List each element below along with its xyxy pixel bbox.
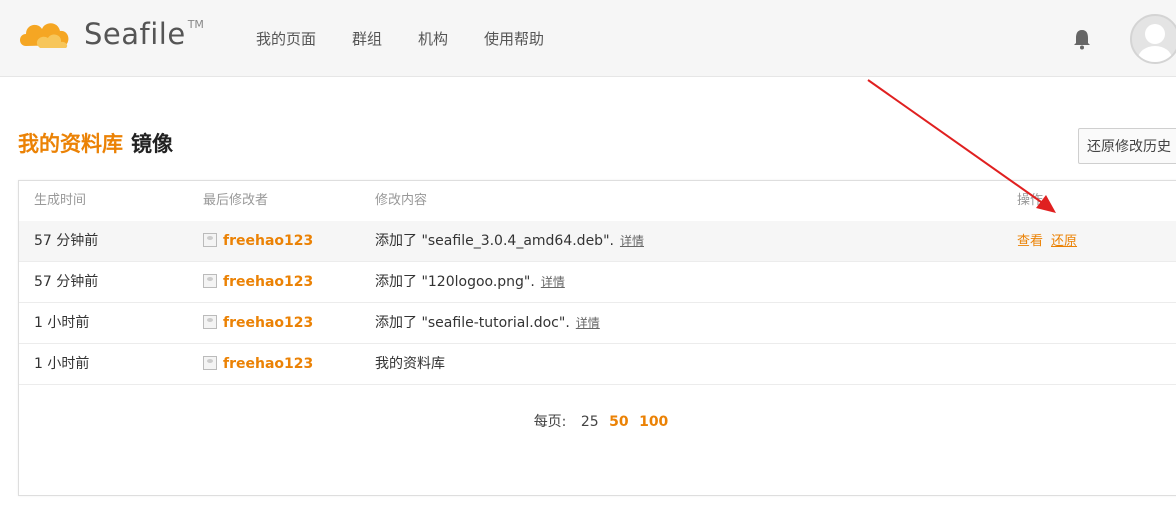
logo-trademark: TM xyxy=(187,17,204,31)
nav-item-groups[interactable]: 群组 xyxy=(352,28,382,49)
page-title-library[interactable]: 我的资料库 xyxy=(18,132,123,156)
logo-text: Seafile xyxy=(84,17,186,51)
detail-link[interactable]: 详情 xyxy=(541,275,565,289)
header-ops: 操作 xyxy=(1017,193,1044,208)
page-title: 我的资料库 镜像 xyxy=(18,128,173,158)
detail-link[interactable]: 详情 xyxy=(620,234,644,248)
table-row: 1 小时前 freehao123 我的资料库 xyxy=(19,344,1176,385)
page-title-repo: 镜像 xyxy=(131,132,173,156)
restore-link[interactable]: 还原 xyxy=(1051,234,1077,249)
table-row: 57 分钟前 freehao123 添加了 "120logoo.png". 详情 xyxy=(19,262,1176,303)
per-page-100[interactable]: 100 xyxy=(639,414,668,430)
pagination: 每页: 25 50 100 xyxy=(19,411,1176,431)
main-nav: 我的页面 群组 机构 使用帮助 xyxy=(256,28,580,49)
row-content-text: 添加了 "120logoo.png". xyxy=(375,274,535,290)
user-avatar[interactable] xyxy=(1130,14,1176,64)
row-user[interactable]: freehao123 xyxy=(203,221,313,261)
row-time: 1 小时前 xyxy=(34,356,90,372)
row-ops: 查看 还原 xyxy=(1017,221,1085,261)
row-username[interactable]: freehao123 xyxy=(223,274,313,290)
cloud-logo-icon xyxy=(20,23,69,48)
history-table: 生成时间 最后修改者 修改内容 操作 57 分钟前 freehao123 添加了… xyxy=(18,180,1176,496)
row-content-text: 添加了 "seafile-tutorial.doc". xyxy=(375,315,570,331)
row-content-text: 我的资料库 xyxy=(375,356,445,372)
row-user[interactable]: freehao123 xyxy=(203,262,313,302)
nav-item-organization[interactable]: 机构 xyxy=(418,28,448,49)
nav-item-help[interactable]: 使用帮助 xyxy=(484,28,544,49)
per-page-25: 25 xyxy=(580,414,599,430)
row-content: 添加了 "seafile_3.0.4_amd64.deb". 详情 xyxy=(375,221,644,261)
nav-item-my-page[interactable]: 我的页面 xyxy=(256,28,316,49)
revert-history-button[interactable]: 还原修改历史 xyxy=(1078,128,1176,164)
row-content-text: 添加了 "seafile_3.0.4_amd64.deb". xyxy=(375,233,614,249)
row-username[interactable]: freehao123 xyxy=(223,315,313,331)
row-content: 我的资料库 xyxy=(375,344,445,384)
row-time: 57 分钟前 xyxy=(34,233,99,249)
detail-link[interactable]: 详情 xyxy=(576,316,600,330)
row-content: 添加了 "seafile-tutorial.doc". 详情 xyxy=(375,303,600,343)
table-row: 1 小时前 freehao123 添加了 "seafile-tutorial.d… xyxy=(19,303,1176,344)
table-header: 生成时间 最后修改者 修改内容 操作 xyxy=(19,181,1176,222)
row-user[interactable]: freehao123 xyxy=(203,344,313,384)
user-icon xyxy=(203,274,217,288)
header-time: 生成时间 xyxy=(34,193,87,208)
bell-icon[interactable] xyxy=(1072,28,1092,54)
row-username[interactable]: freehao123 xyxy=(223,356,313,372)
avatar-head-shape xyxy=(1145,24,1165,44)
table-row: 57 分钟前 freehao123 添加了 "seafile_3.0.4_amd… xyxy=(19,221,1176,262)
row-content: 添加了 "120logoo.png". 详情 xyxy=(375,262,565,302)
view-link[interactable]: 查看 xyxy=(1017,234,1043,249)
row-time: 1 小时前 xyxy=(34,315,90,331)
header-modifier: 最后修改者 xyxy=(203,193,269,208)
user-icon xyxy=(203,233,217,247)
per-page-label: 每页: xyxy=(533,414,567,430)
top-bar: Seafile TM 我的页面 群组 机构 使用帮助 xyxy=(0,0,1176,77)
user-icon xyxy=(203,315,217,329)
row-user[interactable]: freehao123 xyxy=(203,303,313,343)
avatar-body-shape xyxy=(1138,46,1172,62)
user-icon xyxy=(203,356,217,370)
row-time: 57 分钟前 xyxy=(34,274,99,290)
header-content: 修改内容 xyxy=(375,193,428,208)
per-page-50[interactable]: 50 xyxy=(609,414,628,430)
row-username[interactable]: freehao123 xyxy=(223,233,313,249)
seafile-logo[interactable]: Seafile TM xyxy=(16,12,204,56)
